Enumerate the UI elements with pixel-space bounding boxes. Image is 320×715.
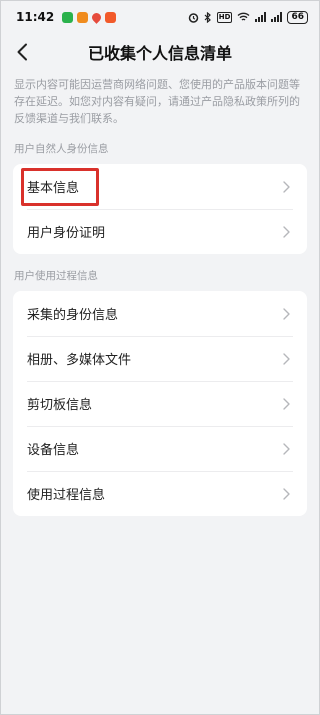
list-item-device-info[interactable]: 设备信息 — [13, 426, 307, 471]
list-item-basic-info[interactable]: 基本信息 — [13, 164, 307, 209]
chevron-right-icon — [281, 180, 291, 194]
list-item-label: 设备信息 — [27, 443, 80, 458]
list-item-usage-info[interactable]: 使用过程信息 — [13, 471, 307, 516]
alarm-icon — [188, 12, 199, 23]
list-item-label: 剪切板信息 — [27, 398, 93, 413]
app-notification-icon — [105, 11, 117, 23]
location-icon — [90, 10, 104, 24]
status-time: 11:42 — [16, 10, 55, 24]
list-item-media-files[interactable]: 相册、多媒体文件 — [13, 336, 307, 381]
chevron-right-icon — [281, 352, 291, 366]
chevron-left-icon — [17, 43, 27, 61]
chevron-right-icon — [281, 487, 291, 501]
section-label: 用户自然人身份信息 — [14, 143, 109, 155]
list-item-label: 采集的身份信息 — [27, 308, 119, 323]
app-notification-icon — [77, 11, 89, 23]
battery-indicator: 66 — [287, 10, 308, 24]
hd-icon: HD — [216, 11, 233, 23]
chevron-right-icon — [281, 397, 291, 411]
signal-icon — [255, 12, 267, 22]
list-item-label: 相册、多媒体文件 — [27, 353, 132, 368]
status-right: HD 66 — [188, 10, 308, 24]
notification-icons — [62, 10, 117, 24]
section-label: 用户使用过程信息 — [14, 270, 98, 282]
wifi-icon — [237, 12, 250, 21]
highlight-box — [21, 168, 99, 206]
section-card-usage: 采集的身份信息 相册、多媒体文件 剪切板信息 设备信息 使用过程信息 — [13, 291, 307, 516]
header: 已收集个人信息清单 — [0, 34, 320, 70]
signal-icon — [271, 12, 283, 22]
chevron-right-icon — [281, 225, 291, 239]
chevron-right-icon — [281, 442, 291, 456]
list-item-clipboard[interactable]: 剪切板信息 — [13, 381, 307, 426]
section-card-identity: 基本信息 用户身份证明 — [13, 164, 307, 254]
page-title: 已收集个人信息清单 — [87, 44, 232, 63]
list-item-collected-identity[interactable]: 采集的身份信息 — [13, 291, 307, 336]
list-item-label: 使用过程信息 — [27, 488, 106, 503]
notice-text: 显示内容可能因运营商网络问题、您使用的产品版本问题等存在延迟。如您对内容有疑问，… — [14, 78, 300, 125]
list-item-identity-proof[interactable]: 用户身份证明 — [13, 209, 307, 254]
app-notification-icon — [62, 11, 74, 23]
back-button[interactable] — [8, 38, 36, 66]
bluetooth-icon — [204, 11, 211, 23]
status-bar: 11:42 HD 66 — [0, 0, 320, 34]
chevron-right-icon — [281, 307, 291, 321]
list-item-label: 用户身份证明 — [27, 226, 106, 241]
